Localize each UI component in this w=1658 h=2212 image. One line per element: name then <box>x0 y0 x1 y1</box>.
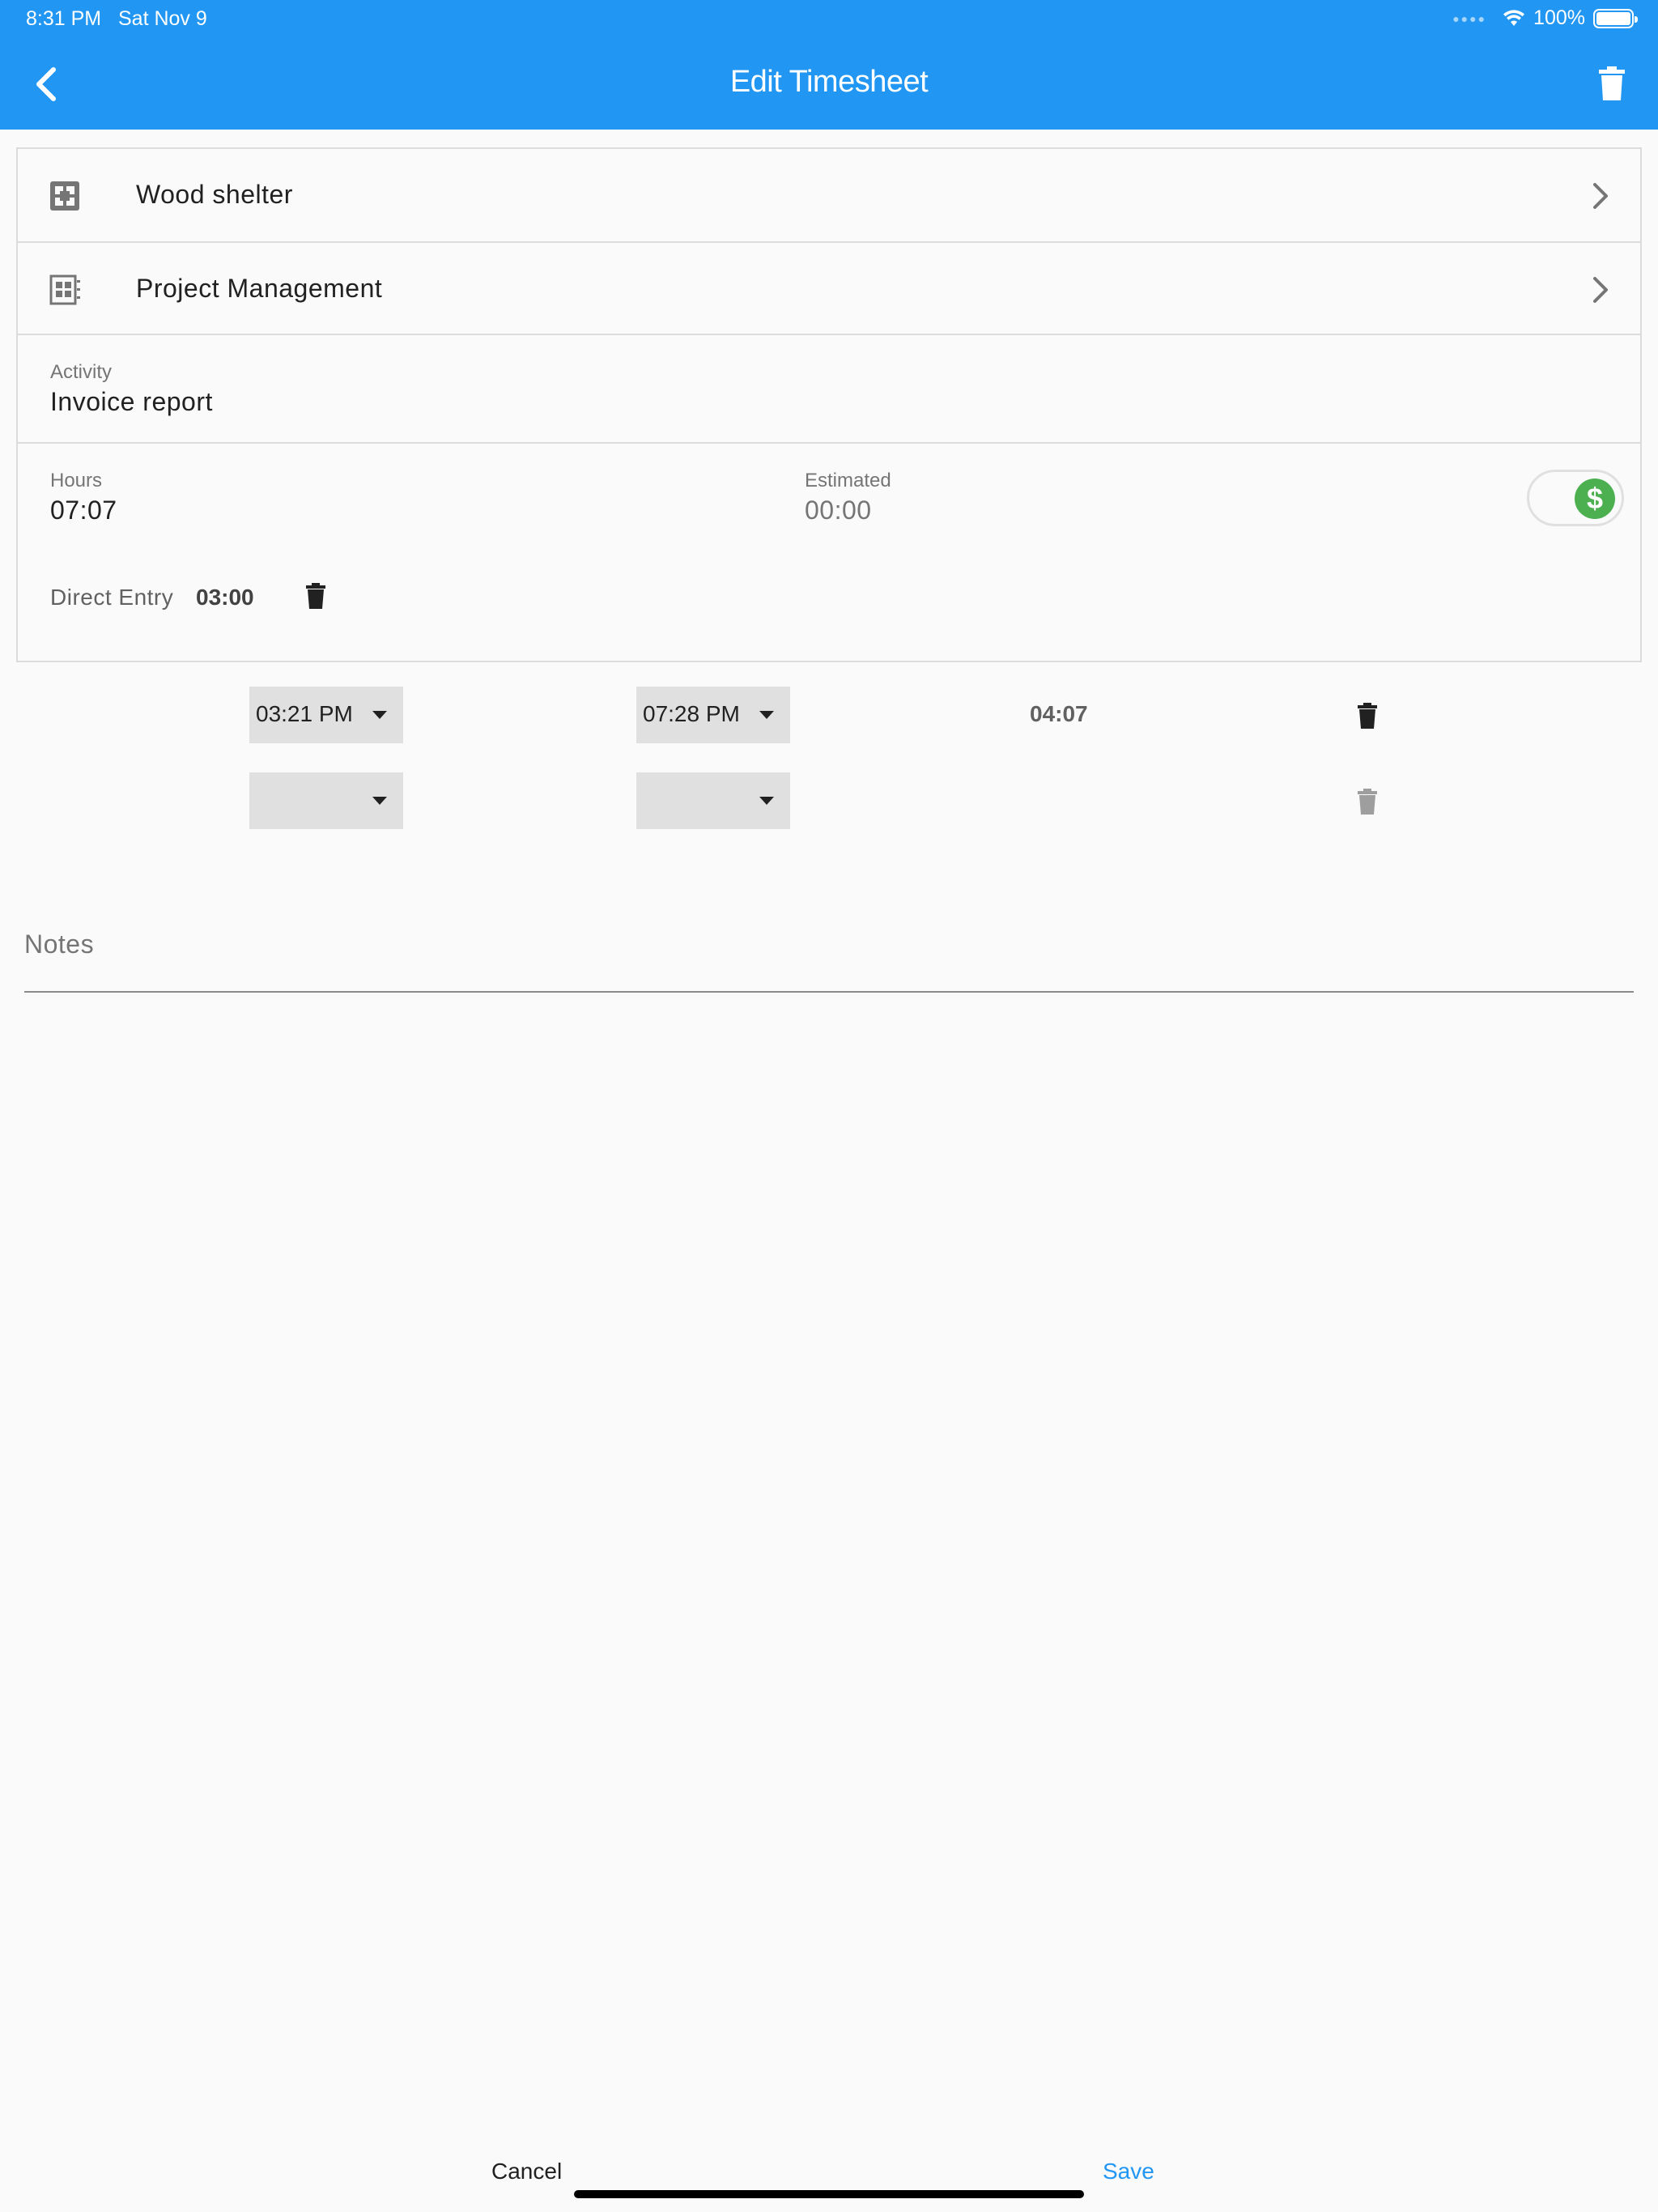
dropdown-arrow-icon <box>759 797 774 805</box>
trash-icon <box>1599 66 1625 100</box>
delete-entry-button[interactable] <box>1357 789 1378 815</box>
end-time-select[interactable] <box>636 772 790 829</box>
chevron-right-icon <box>1593 183 1608 209</box>
task-row[interactable]: Project Management <box>18 243 1640 337</box>
hours-section: Hours 07:07 Estimated 00:00 $ Direct Ent… <box>18 444 1640 661</box>
dollar-icon: $ <box>1575 479 1615 519</box>
notes-label: Notes <box>24 929 95 959</box>
project-icon <box>50 181 79 211</box>
start-time-value: 03:21 PM <box>256 701 353 726</box>
delete-direct-entry-button[interactable] <box>305 583 326 609</box>
status-date: Sat Nov 9 <box>118 7 207 30</box>
dropdown-arrow-icon <box>759 711 774 719</box>
trash-icon <box>306 583 325 609</box>
activity-value: Invoice report <box>50 387 213 416</box>
dropdown-arrow-icon <box>372 797 387 805</box>
activity-field[interactable]: Activity Invoice report <box>18 335 1640 444</box>
project-label: Wood shelter <box>136 180 293 209</box>
status-bar: 8:31 PM Sat Nov 9 ●●●● 100% <box>0 0 1658 37</box>
cancel-button[interactable]: Cancel <box>491 2159 562 2184</box>
details-card: Activity Invoice report Hours 07:07 Esti… <box>16 334 1642 662</box>
page-title: Edit Timesheet <box>729 65 929 99</box>
status-time: 8:31 PM <box>26 7 102 30</box>
battery-icon <box>1593 8 1638 28</box>
notes-input[interactable] <box>24 991 1634 993</box>
home-indicator <box>574 2190 1084 2198</box>
trash-icon <box>1358 789 1377 815</box>
estimated-value[interactable]: 00:00 <box>805 496 872 525</box>
save-button[interactable]: Save <box>1103 2159 1154 2184</box>
dropdown-arrow-icon <box>372 711 387 719</box>
activity-label: Activity <box>50 361 113 383</box>
status-indicators: ●●●● 100% <box>1452 6 1638 30</box>
app-bar: 8:31 PM Sat Nov 9 ●●●● 100% Edit Timeshe… <box>0 0 1658 130</box>
start-time-select[interactable]: 03:21 PM <box>249 687 403 743</box>
billable-toggle[interactable]: $ <box>1527 470 1624 526</box>
task-icon <box>49 274 80 305</box>
task-label: Project Management <box>136 274 383 303</box>
start-time-select[interactable] <box>249 772 403 829</box>
signal-icon: ●●●● <box>1452 11 1487 25</box>
delete-timesheet-button[interactable] <box>1598 66 1626 100</box>
direct-entry-label: Direct Entry <box>50 585 174 610</box>
wifi-icon <box>1503 9 1525 26</box>
battery-percent: 100% <box>1533 6 1585 29</box>
end-time-value: 07:28 PM <box>643 701 740 726</box>
hours-value: 07:07 <box>50 496 117 525</box>
entry-duration: 04:07 <box>1030 701 1088 726</box>
trash-icon <box>1358 703 1377 729</box>
chevron-right-icon <box>1593 277 1608 303</box>
hours-label: Hours <box>50 470 103 491</box>
edit-timesheet-screen: 8:31 PM Sat Nov 9 ●●●● 100% Edit Timeshe… <box>0 0 1658 2212</box>
direct-entry-value: 03:00 <box>196 585 254 610</box>
estimated-label: Estimated <box>805 470 891 491</box>
end-time-select[interactable]: 07:28 PM <box>636 687 790 743</box>
delete-entry-button[interactable] <box>1357 703 1378 729</box>
selection-card: Wood shelter Project Management <box>16 147 1642 338</box>
project-row[interactable]: Wood shelter <box>18 149 1640 243</box>
